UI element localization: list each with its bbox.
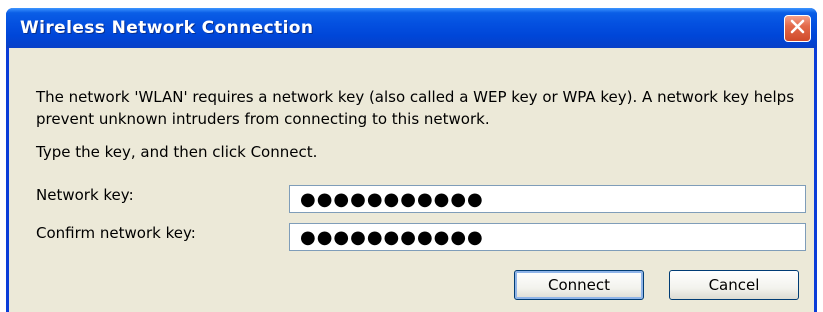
confirm-network-key-value: ●●●●●●●●●●● bbox=[300, 226, 484, 248]
confirm-network-key-input[interactable]: ●●●●●●●●●●● bbox=[289, 223, 806, 251]
network-key-label: Network key: bbox=[36, 186, 134, 204]
title-bar[interactable]: Wireless Network Connection bbox=[6, 8, 817, 48]
connect-button[interactable]: Connect bbox=[514, 270, 644, 300]
close-icon bbox=[790, 19, 805, 38]
instruction-text: Type the key, and then click Connect. bbox=[36, 143, 318, 161]
network-key-value: ●●●●●●●●●●● bbox=[300, 188, 484, 210]
confirm-network-key-label: Confirm network key: bbox=[36, 224, 196, 242]
close-button[interactable] bbox=[784, 15, 811, 42]
network-key-input[interactable]: ●●●●●●●●●●● bbox=[289, 185, 806, 213]
cancel-button[interactable]: Cancel bbox=[669, 270, 799, 300]
cancel-button-label: Cancel bbox=[708, 276, 760, 294]
connect-button-label: Connect bbox=[547, 276, 611, 294]
wireless-connection-dialog: Wireless Network Connection The network … bbox=[6, 8, 817, 312]
dialog-body: The network 'WLAN' requires a network ke… bbox=[9, 48, 814, 312]
window-title: Wireless Network Connection bbox=[20, 18, 314, 38]
network-key-message: The network 'WLAN' requires a network ke… bbox=[36, 88, 795, 128]
